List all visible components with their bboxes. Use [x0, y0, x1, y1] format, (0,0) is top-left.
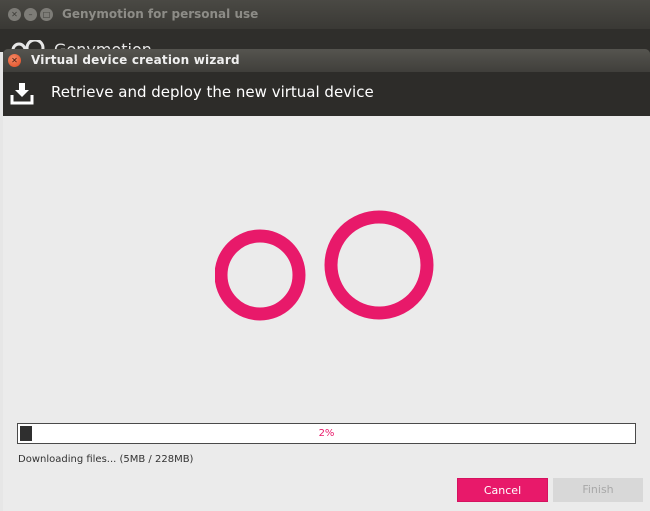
download-icon: [10, 83, 34, 105]
download-progress-bar: 2%: [17, 423, 636, 444]
wizard-header: Retrieve and deploy the new virtual devi…: [3, 72, 650, 116]
cancel-button[interactable]: Cancel: [457, 478, 548, 502]
parent-maximize-icon[interactable]: □: [40, 8, 53, 21]
wizard-body: 2% Downloading files... (5MB / 228MB) Ca…: [3, 116, 650, 511]
wizard-title: Virtual device creation wizard: [31, 53, 240, 67]
parent-minimize-icon[interactable]: –: [24, 8, 37, 21]
wizard-heading: Retrieve and deploy the new virtual devi…: [51, 83, 374, 101]
progress-label: 2%: [318, 428, 335, 439]
parent-window-controls: ✕ – □: [8, 8, 53, 21]
finish-button[interactable]: Finish: [553, 478, 643, 502]
genymotion-logo-icon: [215, 210, 434, 321]
parent-close-icon[interactable]: ✕: [8, 8, 21, 21]
wizard-titlebar: ✕ Virtual device creation wizard: [3, 49, 650, 72]
close-icon[interactable]: ✕: [8, 54, 21, 67]
wizard-dialog: ✕ Virtual device creation wizard Retriev…: [3, 49, 650, 511]
download-status: Downloading files... (5MB / 228MB): [18, 454, 194, 465]
parent-window-titlebar: ✕ – □ Genymotion for personal use: [0, 0, 650, 29]
parent-window-title: Genymotion for personal use: [62, 7, 259, 21]
